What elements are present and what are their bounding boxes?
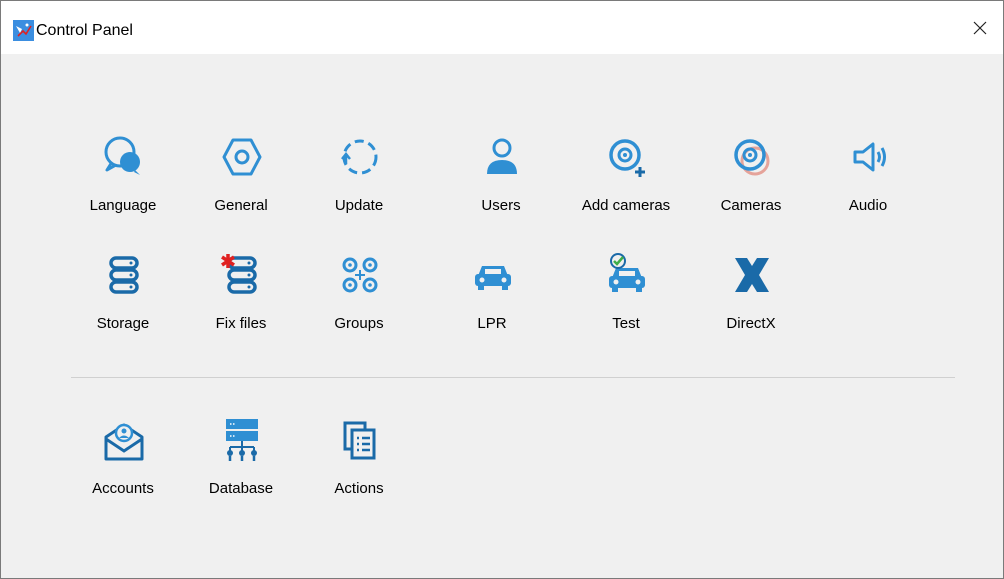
tile-label: LPR — [477, 315, 507, 332]
language-icon — [104, 136, 140, 175]
tile-label: Database — [208, 480, 274, 497]
tile-actions[interactable]: Actions — [301, 405, 417, 517]
tile-label: Cameras — [720, 197, 782, 214]
tile-label: Test — [612, 315, 640, 332]
car-icon — [475, 266, 511, 290]
section-divider — [71, 377, 955, 378]
add-camera-icon — [609, 139, 645, 177]
tile-label: Fix files — [215, 315, 267, 332]
tile-add-cameras[interactable]: Add cameras — [568, 122, 684, 234]
groups-icon — [342, 257, 378, 293]
tile-label: Storage — [96, 315, 150, 332]
tile-label: Actions — [334, 480, 384, 497]
title-bar: Control Panel — [1, 1, 1003, 54]
close-icon — [973, 21, 987, 34]
fix-files-icon — [221, 254, 257, 294]
tile-general[interactable]: General — [183, 122, 299, 234]
tile-label: DirectX — [726, 315, 776, 332]
tile-label: Groups — [334, 315, 384, 332]
storage-icon — [109, 256, 139, 294]
database-icon — [226, 419, 258, 461]
tile-lpr[interactable]: LPR — [434, 240, 550, 352]
tile-label: Users — [481, 197, 521, 214]
tile-storage[interactable]: Storage — [65, 240, 181, 352]
mail-account-icon — [104, 423, 144, 461]
tile-database[interactable]: Database — [183, 405, 299, 517]
tile-language[interactable]: Language — [65, 122, 181, 234]
tile-label: Accounts — [92, 480, 154, 497]
car-test-icon — [609, 253, 645, 292]
tile-test[interactable]: Test — [568, 240, 684, 352]
tile-update[interactable]: Update — [301, 122, 417, 234]
user-icon — [487, 138, 517, 174]
tile-label: Audio — [848, 197, 888, 214]
tile-label: Update — [334, 197, 384, 214]
tile-label: Add cameras — [581, 197, 671, 214]
actions-icon — [343, 421, 376, 460]
hexagon-settings-icon — [222, 138, 262, 176]
cameras-icon — [734, 139, 770, 176]
speaker-icon — [853, 142, 886, 172]
tile-cameras[interactable]: Cameras — [693, 122, 809, 234]
tile-fix-files[interactable]: Fix files — [183, 240, 299, 352]
close-button[interactable] — [957, 1, 1003, 54]
cctv-app-icon — [13, 20, 34, 41]
tile-label: General — [214, 197, 268, 214]
window-title: Control Panel — [36, 22, 133, 39]
tile-audio[interactable]: Audio — [810, 122, 926, 234]
tile-groups[interactable]: Groups — [301, 240, 417, 352]
control-panel-window: Control Panel Language General Update Us… — [0, 0, 1004, 579]
directx-icon — [735, 258, 769, 292]
tile-users[interactable]: Users — [443, 122, 559, 234]
tile-directx[interactable]: DirectX — [693, 240, 809, 352]
tile-accounts[interactable]: Accounts — [65, 405, 181, 517]
update-icon — [341, 139, 378, 175]
tile-label: Language — [89, 197, 157, 214]
